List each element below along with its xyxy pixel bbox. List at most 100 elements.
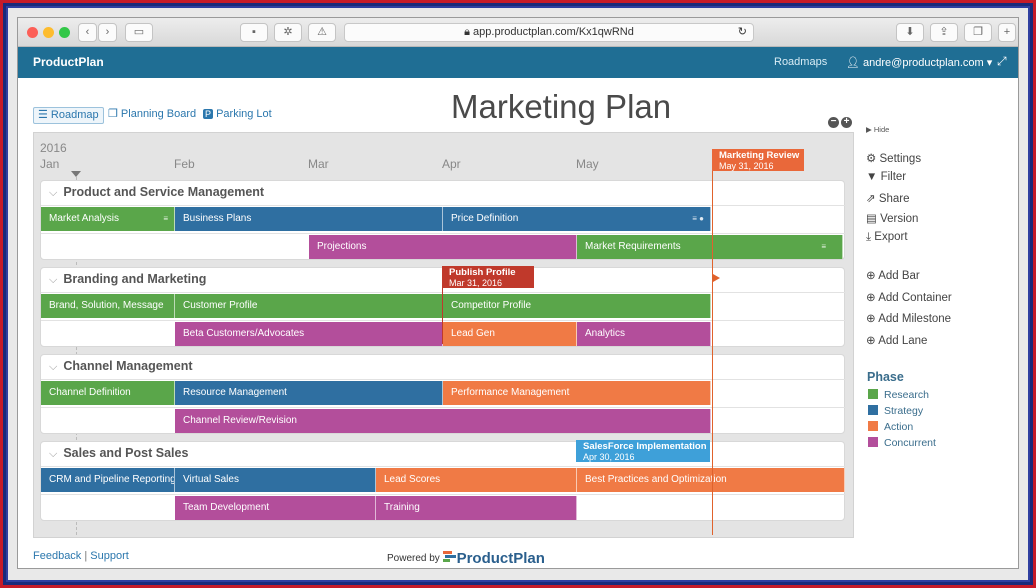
chevron-down-icon[interactable]: ⌵	[49, 274, 57, 286]
lane-title[interactable]: ⌵ Product and Service Management	[49, 185, 264, 200]
bar-label: Competitor Profile	[451, 300, 532, 311]
comment-icon: ≡ ●	[692, 214, 704, 223]
zoom-window-icon[interactable]	[59, 27, 70, 38]
row-divider	[41, 466, 846, 467]
timeline-year: 2016	[40, 141, 67, 155]
bar-label: Best Practices and Optimization	[585, 474, 727, 485]
app-header: ProductPlan Roadmaps 👤︎ andre@productpla…	[18, 47, 1018, 78]
zoom-in-icon[interactable]: +	[841, 117, 852, 128]
row-divider	[41, 494, 846, 495]
bar-analytics[interactable]: Analytics	[577, 322, 711, 346]
legend-item-research[interactable]: Research	[868, 389, 929, 401]
bar-training[interactable]: Training	[376, 496, 577, 520]
close-window-icon[interactable]	[27, 27, 38, 38]
add-lane-button[interactable]: ⊕ Add Lane	[866, 333, 927, 347]
hide-sidebar-toggle[interactable]: ▶ Hide	[866, 125, 889, 134]
zoom-out-icon[interactable]: −	[828, 117, 839, 128]
bar-projections[interactable]: Projections	[309, 235, 577, 259]
bar-brand-solution-message[interactable]: Brand, Solution, Message	[41, 294, 175, 318]
sidebar-toggle-icon[interactable]: ▭	[125, 23, 153, 42]
bar-channel-review-revision[interactable]: Channel Review/Revision	[175, 409, 711, 433]
url-text: app.productplan.com/Kx1qwRNd	[473, 26, 634, 38]
bar-market-analysis[interactable]: Market Analysis ≡	[41, 207, 175, 231]
lane-title-text: Sales and Post Sales	[63, 446, 189, 460]
lane-title[interactable]: ⌵ Sales and Post Sales	[49, 446, 188, 461]
bar-label: Lead Gen	[451, 328, 495, 339]
add-milestone-button[interactable]: ⊕ Add Milestone	[866, 311, 951, 325]
settings-button[interactable]: ⚙ Settings	[866, 151, 921, 165]
bar-business-plans[interactable]: Business Plans	[175, 207, 443, 231]
bar-performance-management[interactable]: Performance Management	[443, 381, 711, 405]
caret-right-icon: ▶	[866, 125, 874, 134]
tabs-overview-icon[interactable]: ❐	[964, 23, 992, 42]
support-link[interactable]: Support	[90, 550, 129, 562]
fullscreen-icon[interactable]: ⤢	[997, 54, 1007, 69]
bar-label: Training	[384, 502, 420, 513]
lock-icon: 🔒︎	[464, 26, 474, 38]
bar-lead-gen[interactable]: Lead Gen	[443, 322, 577, 346]
bar-team-development[interactable]: Team Development	[175, 496, 376, 520]
warning-icon[interactable]: ⚠	[308, 23, 336, 42]
bar-customer-profile[interactable]: Customer Profile	[175, 294, 443, 318]
download-icon[interactable]: ⬇	[896, 23, 924, 42]
share-button[interactable]: ⇗ Share	[866, 191, 910, 205]
add-container-button[interactable]: ⊕ Add Container	[866, 290, 952, 304]
bar-lead-scores[interactable]: Lead Scores	[376, 468, 577, 492]
forward-icon[interactable]: ›	[98, 23, 117, 42]
lane-title[interactable]: ⌵ Branding and Marketing	[49, 272, 206, 287]
address-bar[interactable]: 🔒︎ app.productplan.com/Kx1qwRNd ↻	[344, 23, 754, 42]
filter-button[interactable]: ▼ Filter	[866, 171, 906, 183]
action-label: Add Bar	[878, 270, 920, 282]
version-button[interactable]: ▤ Version	[866, 211, 918, 225]
export-button[interactable]: ⤓ Export	[866, 231, 908, 244]
legend-item-strategy[interactable]: Strategy	[868, 405, 923, 417]
bar-crm-and-pipeline-reporting[interactable]: CRM and Pipeline Reporting	[41, 468, 175, 492]
legend-item-concurrent[interactable]: Concurrent	[868, 437, 936, 449]
lane-title-text: Product and Service Management	[63, 185, 265, 199]
bar-channel-definition[interactable]: Channel Definition	[41, 381, 175, 405]
action-label: Share	[878, 193, 910, 205]
lane-title[interactable]: ⌵ Channel Management	[49, 359, 193, 374]
milestone-salesforce-implementation[interactable]: SalesForce Implementation Apr 30, 2016	[576, 440, 710, 462]
new-tab-icon[interactable]: +	[998, 23, 1016, 42]
milestone-publish-profile[interactable]: Publish Profile Mar 31, 2016	[442, 266, 534, 288]
bar-beta-customers-advocates[interactable]: Beta Customers/Advocates	[175, 322, 443, 346]
tab-planning-board[interactable]: ❐ Planning Board	[104, 107, 200, 124]
bar-price-definition[interactable]: Price Definition ≡ ●	[443, 207, 711, 231]
back-icon[interactable]: ‹	[78, 23, 97, 42]
bar-label: Channel Definition	[49, 387, 131, 398]
bar-market-requirements[interactable]: Market Requirements ≡	[577, 235, 843, 259]
month-label: Mar	[308, 157, 329, 171]
share-page-icon[interactable]: ⇪	[930, 23, 958, 42]
nav-roadmaps-link[interactable]: Roadmaps	[774, 56, 827, 68]
legend-item-action[interactable]: Action	[868, 421, 913, 433]
bug-icon[interactable]: ✲	[274, 23, 302, 42]
hide-label: Hide	[873, 125, 890, 134]
brand-name[interactable]: ProductPlan	[33, 55, 104, 69]
tab-roadmap[interactable]: ☰ Roadmap	[33, 107, 104, 124]
bar-competitor-profile[interactable]: Competitor Profile	[443, 294, 711, 318]
bar-label: Price Definition	[451, 213, 519, 224]
add-bar-button[interactable]: ⊕ Add Bar	[866, 268, 920, 282]
bar-resource-management[interactable]: Resource Management	[175, 381, 443, 405]
chevron-down-icon[interactable]: ⌵	[49, 187, 57, 199]
month-label: Jan	[40, 157, 60, 171]
bar-label: Market Analysis	[49, 213, 120, 224]
milestone-marketing-review[interactable]: Marketing Review May 31, 2016	[712, 149, 804, 171]
chevron-down-icon[interactable]: ⌵	[49, 361, 57, 373]
minimize-window-icon[interactable]	[43, 27, 54, 38]
bar-best-practices-and-optimization[interactable]: Best Practices and Optimization	[577, 468, 845, 492]
user-menu[interactable]: 👤︎ andre@productplan.com ▾	[846, 56, 992, 69]
bar-label: Lead Scores	[384, 474, 441, 485]
reload-icon[interactable]: ↻	[738, 24, 747, 41]
chevron-down-icon[interactable]: ⌵	[49, 448, 57, 460]
month-label: Apr	[442, 157, 461, 171]
extension-icon[interactable]: ▪	[240, 23, 268, 42]
action-label: Filter	[880, 171, 907, 183]
productplan-logo-text[interactable]: ProductPlan	[457, 550, 545, 567]
planning-board-icon: ❐	[108, 108, 121, 120]
bar-label: Channel Review/Revision	[183, 415, 297, 426]
tab-parking-lot[interactable]: P Parking Lot	[199, 107, 276, 124]
feedback-link[interactable]: Feedback	[33, 550, 81, 562]
bar-virtual-sales[interactable]: Virtual Sales	[175, 468, 376, 492]
